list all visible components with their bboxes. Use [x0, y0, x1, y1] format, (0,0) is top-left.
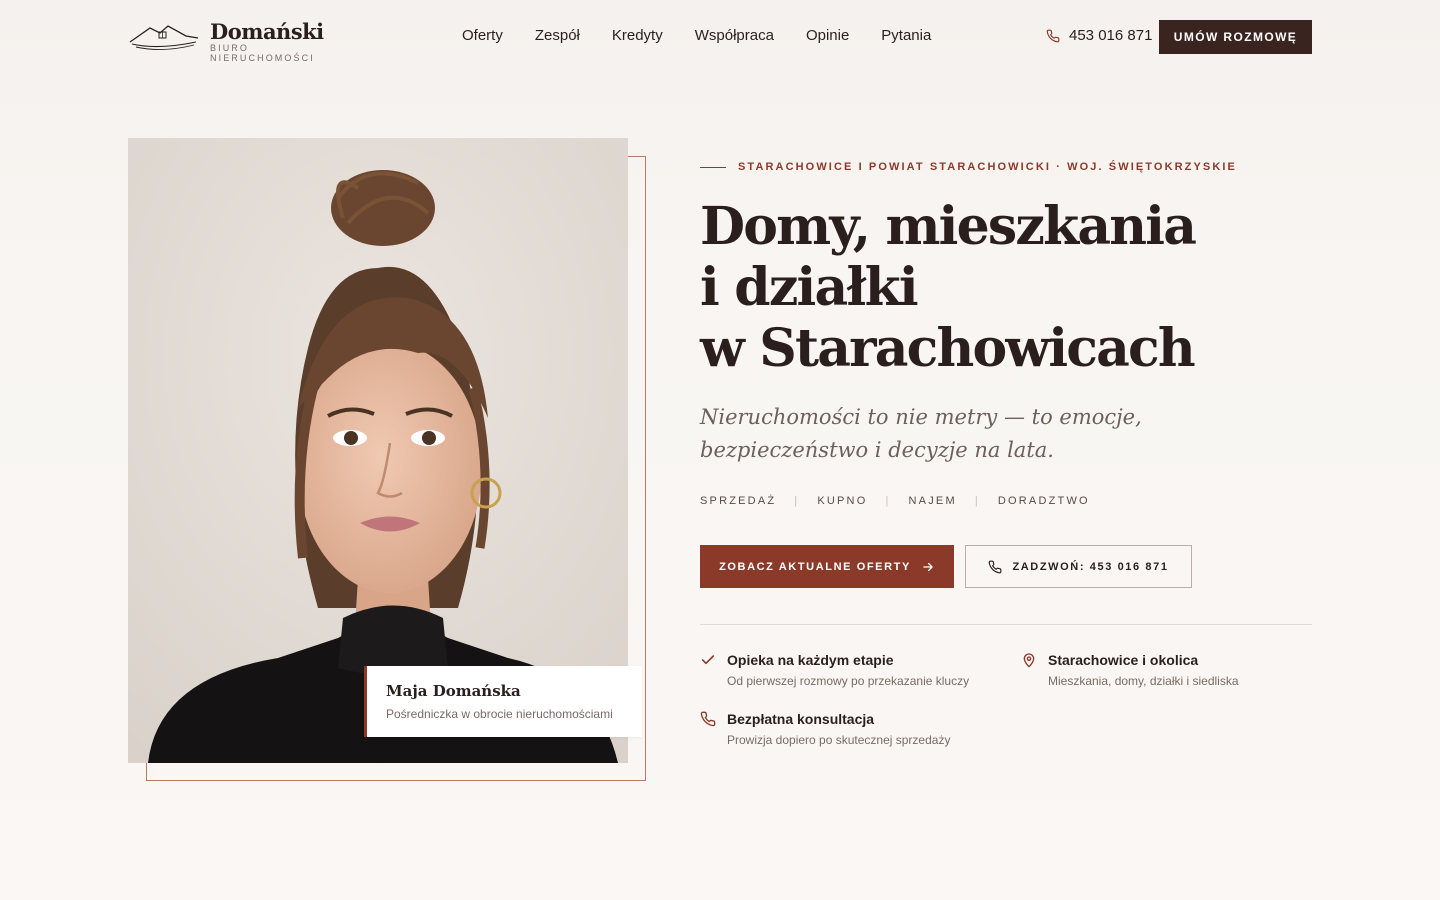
view-offers-label: ZOBACZ AKTUALNE OFERTY	[719, 560, 911, 573]
site-header: Domański BIURO NIERUCHOMOŚCI Oferty Zesp…	[0, 0, 1440, 72]
feature-description: Mieszkania, domy, działki i siedliska	[1048, 674, 1239, 688]
service-najem: NAJEM	[908, 495, 957, 507]
nav-item-pytania[interactable]: Pytania	[881, 27, 931, 44]
phone-icon	[1046, 29, 1060, 42]
tagline-line-1: Nieruchomości to nie metry — to emocje,	[700, 405, 1142, 429]
agent-name: Maja Domańska	[386, 682, 521, 700]
service-separator: |	[794, 495, 800, 507]
service-separator: |	[974, 495, 980, 507]
nav-item-oferty[interactable]: Oferty	[462, 27, 503, 44]
agent-name-card: Maja Domańska Pośredniczka w obrocie nie…	[364, 666, 642, 737]
header-phone-link[interactable]: 453 016 871	[1046, 27, 1152, 44]
nav-item-opinie[interactable]: Opinie	[806, 27, 849, 44]
schedule-call-button[interactable]: UMÓW ROZMOWĘ	[1159, 20, 1312, 54]
nav-item-wspolpraca[interactable]: Współpraca	[695, 27, 774, 44]
phone-icon	[700, 711, 716, 727]
check-icon	[701, 655, 715, 665]
features-divider	[700, 624, 1312, 625]
service-kupno: KUPNO	[817, 495, 868, 507]
view-offers-button[interactable]: ZOBACZ AKTUALNE OFERTY	[700, 545, 954, 588]
services-list: SPRZEDAŻ | KUPNO | NAJEM | DORADZTWO	[700, 495, 1090, 507]
hero-headline: Domy, mieszkania i działki w Starachowic…	[700, 196, 1197, 379]
headline-line-2: i działki	[700, 257, 919, 318]
tagline-line-2: bezpieczeństwo i decyzje na lata.	[700, 438, 1054, 462]
feature-title: Opieka na każdym etapie	[727, 652, 894, 668]
headline-line-3: w Starachowicach	[700, 318, 1196, 379]
eyebrow-rule	[700, 167, 726, 168]
service-doradztwo: DORADZTWO	[997, 495, 1090, 507]
service-sprzedaz: SPRZEDAŻ	[700, 495, 777, 507]
house-roof-icon	[129, 25, 199, 50]
feature-description: Prowizja dopiero po skutecznej sprzedaży	[727, 733, 951, 747]
brand-logo[interactable]: Domański BIURO NIERUCHOMOŚCI	[128, 18, 358, 63]
service-separator: |	[885, 495, 891, 507]
call-button-label: ZADZWOŃ: 453 016 871	[1012, 560, 1169, 573]
phone-icon	[989, 560, 1002, 573]
header-phone-number: 453 016 871	[1069, 27, 1153, 44]
feature-title: Starachowice i okolica	[1048, 652, 1199, 668]
arrow-right-icon	[923, 562, 933, 571]
brand-subtitle: BIURO NIERUCHOMOŚCI	[210, 43, 315, 63]
hero-tagline: Nieruchomości to nie metry — to emocje, …	[700, 401, 1142, 467]
call-button[interactable]: ZADZWOŃ: 453 016 871	[965, 545, 1192, 588]
agent-role: Pośredniczka w obrocie nieruchomościami	[386, 707, 613, 721]
location-eyebrow: STARACHOWICE I POWIAT STARACHOWICKI · WO…	[738, 161, 1237, 173]
feature-description: Od pierwszej rozmowy po przekazanie kluc…	[727, 674, 970, 688]
nav-item-zespol[interactable]: Zespół	[535, 27, 580, 44]
nav-item-kredyty[interactable]: Kredyty	[612, 27, 663, 44]
headline-line-1: Domy, mieszkania	[700, 196, 1197, 257]
main-nav: Oferty Zespół Kredyty Współpraca Opinie …	[462, 27, 963, 44]
brand-name: Domański	[210, 19, 324, 44]
location-pin-icon	[1023, 653, 1035, 668]
feature-title: Bezpłatna konsultacja	[727, 711, 875, 727]
